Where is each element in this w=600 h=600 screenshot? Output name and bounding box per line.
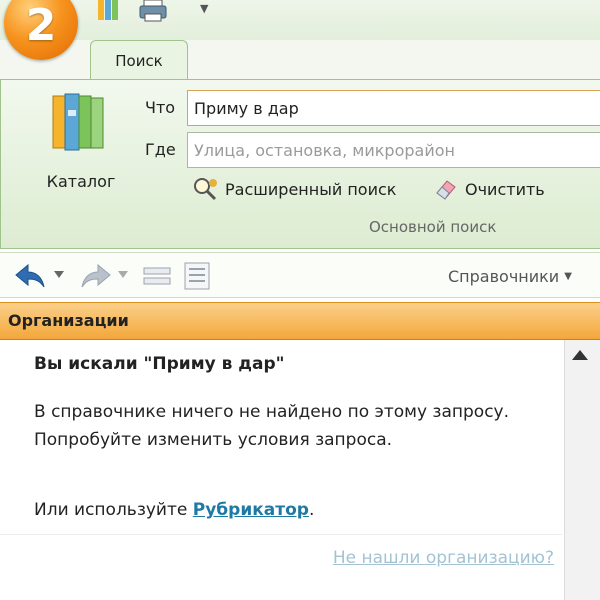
catalog-label: Каталог xyxy=(46,172,116,191)
tab-search-label: Поиск xyxy=(115,52,163,70)
organizations-header: Организации xyxy=(0,302,600,340)
search-heading: Вы искали "Приму в дар" xyxy=(34,354,285,374)
expand-all-icon[interactable] xyxy=(182,261,212,291)
use-prefix: Или используйте xyxy=(34,500,193,520)
what-input[interactable] xyxy=(187,90,600,126)
catalog-small-icon[interactable] xyxy=(96,0,122,22)
chevron-down-icon: ▼ xyxy=(564,271,572,282)
not-found-link[interactable]: Не нашли организацию? xyxy=(333,548,554,568)
catalog-icon xyxy=(52,93,104,151)
vertical-scrollbar[interactable] xyxy=(564,340,600,600)
use-suffix: . xyxy=(308,500,315,520)
clear-button[interactable]: Очистить xyxy=(433,176,545,202)
rubricator-link[interactable]: Рубрикатор xyxy=(193,500,309,520)
dropdown-arrow-icon[interactable]: ▼ xyxy=(200,2,208,15)
advanced-search-label: Расширенный поиск xyxy=(225,179,397,199)
ribbon-panel: Каталог Что Где Расширенный поиск Очисти… xyxy=(0,79,600,249)
tab-search[interactable]: Поиск xyxy=(90,40,188,80)
scroll-up-arrow-icon[interactable] xyxy=(572,350,588,360)
directories-dropdown[interactable]: Справочники ▼ xyxy=(448,267,572,286)
use-rubricator-line: Или используйте Рубрикатор. xyxy=(34,500,314,520)
no-results-message: В справочнике ничего не найдено по этому… xyxy=(34,402,510,450)
where-input[interactable] xyxy=(187,132,600,168)
advanced-search-button[interactable]: Расширенный поиск xyxy=(193,176,396,202)
magnifier-icon xyxy=(194,178,217,201)
back-arrow-icon[interactable] xyxy=(14,263,46,289)
divider xyxy=(0,534,562,535)
tab-strip: Поиск xyxy=(0,40,600,80)
eraser-icon xyxy=(436,180,456,200)
navigation-toolbar: Справочники ▼ xyxy=(0,252,600,298)
printer-icon[interactable] xyxy=(138,0,168,22)
clear-label: Очистить xyxy=(465,179,545,199)
app-logo-number: 2 xyxy=(25,0,57,51)
forward-dropdown-icon[interactable] xyxy=(118,271,128,279)
what-label: Что xyxy=(145,98,176,117)
directories-label: Справочники xyxy=(448,267,560,286)
where-label: Где xyxy=(145,140,176,159)
results-panel: Вы искали "Приму в дар" В справочнике ни… xyxy=(0,340,562,600)
quick-access-bar: 2 ▼ xyxy=(0,0,600,60)
ribbon-group-label: Основной поиск xyxy=(369,218,497,236)
collapse-all-icon[interactable] xyxy=(142,263,172,289)
forward-arrow-icon[interactable] xyxy=(80,263,112,289)
back-dropdown-icon[interactable] xyxy=(54,271,64,279)
catalog-button[interactable]: Каталог xyxy=(31,92,131,210)
